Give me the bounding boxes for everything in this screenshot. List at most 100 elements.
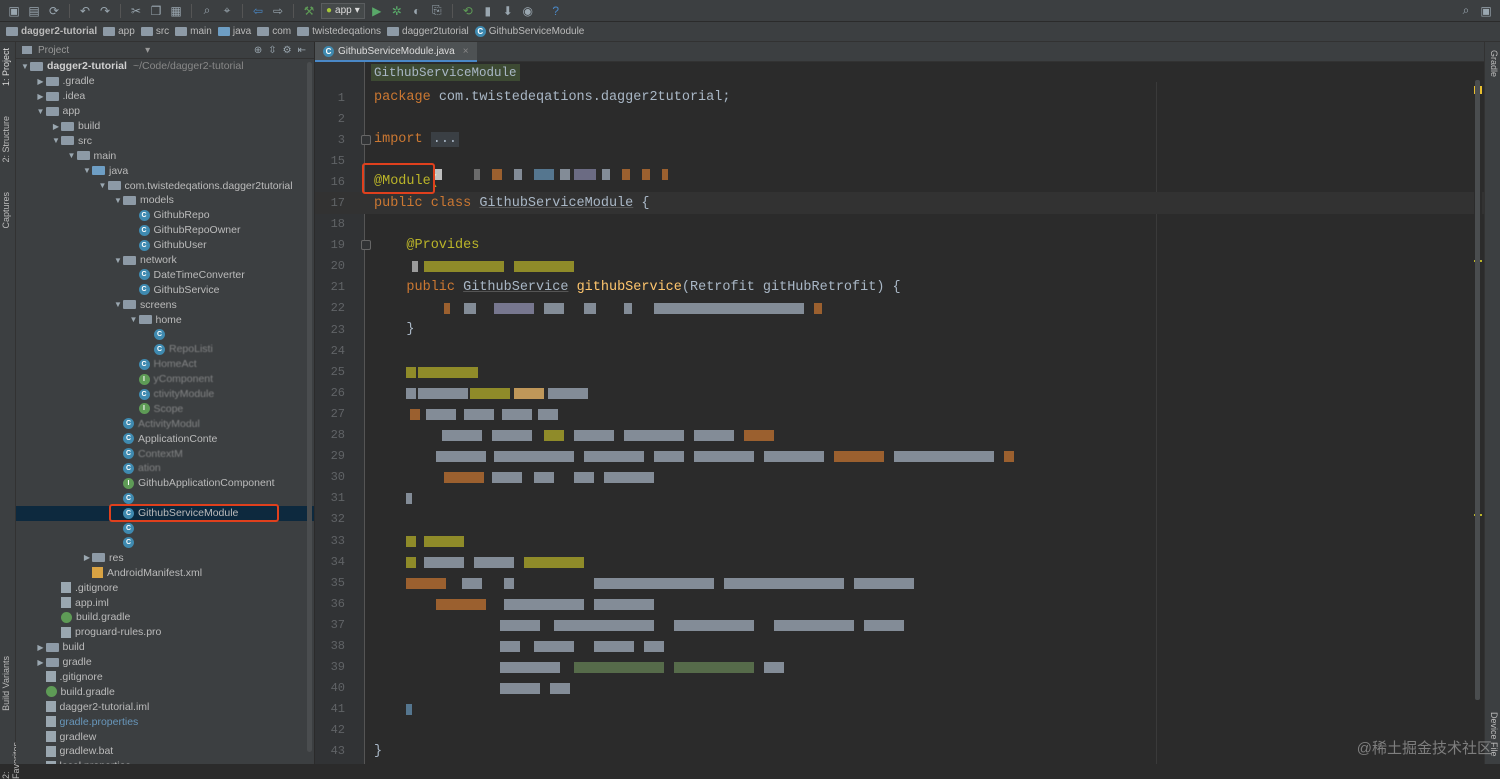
save-icon[interactable]: ▤ (26, 3, 42, 19)
tree-node[interactable]: ▼ screens (16, 297, 314, 312)
tree-node[interactable]: gradlew (16, 729, 314, 744)
find-icon[interactable]: ⌕ (199, 3, 215, 19)
tree-node[interactable]: C DateTimeConverter (16, 267, 314, 282)
code-line[interactable]: 34 (315, 551, 1484, 572)
tree-node[interactable]: gradle.properties (16, 714, 314, 729)
tree-node[interactable]: C (16, 491, 314, 506)
tree-node[interactable]: ▼ main (16, 148, 314, 163)
cut-icon[interactable]: ✂ (128, 3, 144, 19)
tree-node[interactable]: ▼ app (16, 104, 314, 119)
tree-node[interactable]: ▼ models (16, 193, 314, 208)
tab-githubservicemodule-java[interactable]: C GithubServiceModule.java × (315, 42, 477, 62)
tree-node[interactable]: local.properties (16, 759, 314, 764)
close-icon[interactable]: × (463, 46, 469, 57)
tree-node[interactable]: build.gradle (16, 684, 314, 699)
expanded-arrow-icon[interactable]: ▼ (82, 166, 92, 175)
tree-node[interactable]: ▶ gradle (16, 655, 314, 670)
code-line[interactable]: 29 (315, 446, 1484, 467)
code-line[interactable]: 18 (315, 214, 1484, 235)
crumb-project[interactable]: dagger2-tutorial (6, 26, 97, 37)
tree-node[interactable]: C RepoListi (16, 342, 314, 357)
code-line[interactable]: 31 (315, 488, 1484, 509)
tree-node[interactable]: .gitignore (16, 670, 314, 685)
tab-project[interactable]: 1: Project (1, 48, 11, 86)
tree-node[interactable]: IyComponent (16, 372, 314, 387)
code-line[interactable]: 40 (315, 678, 1484, 699)
tree-node[interactable]: ▶ build (16, 119, 314, 134)
avd-manager-icon[interactable]: ▮ (480, 3, 496, 19)
collapse-all-icon[interactable]: ⇳ (268, 45, 276, 56)
open-icon[interactable]: ▣ (6, 3, 22, 19)
code-line[interactable]: 32 (315, 509, 1484, 530)
tree-node[interactable]: gradlew.bat (16, 744, 314, 759)
collapsed-arrow-icon[interactable]: ▶ (82, 553, 92, 562)
code-line[interactable]: 27 (315, 403, 1484, 424)
paste-icon[interactable]: ▦ (168, 3, 184, 19)
tree-node[interactable]: C GithubUser (16, 238, 314, 253)
tab-build-variants[interactable]: Build Variants (1, 656, 11, 711)
code-line[interactable]: 42 (315, 720, 1484, 741)
attach-icon[interactable]: ⎘ (429, 3, 445, 19)
expanded-arrow-icon[interactable]: ▼ (113, 256, 123, 265)
code-line[interactable]: 20 (315, 256, 1484, 277)
run-icon[interactable]: ▶ (369, 3, 385, 19)
fold-icon[interactable] (361, 134, 371, 145)
tree-node[interactable]: ▼ home (16, 312, 314, 327)
sync-icon[interactable]: ⟳ (46, 3, 62, 19)
replace-icon[interactable]: ⌖ (219, 3, 235, 19)
build-icon[interactable]: ⚒ (301, 3, 317, 19)
tree-node[interactable]: C ApplicationConte (16, 431, 314, 446)
tree-node[interactable]: ▼ java (16, 163, 314, 178)
code-line[interactable]: 41 (315, 699, 1484, 720)
expanded-arrow-icon[interactable]: ▼ (67, 151, 77, 160)
code-line[interactable]: 2 (315, 108, 1484, 129)
chevron-down-icon[interactable]: ▾ (145, 45, 150, 56)
code-line[interactable]: 23 } (315, 319, 1484, 340)
fold-icon[interactable] (361, 240, 371, 251)
expanded-arrow-icon[interactable]: ▼ (36, 107, 46, 116)
collapsed-arrow-icon[interactable]: ▶ (36, 77, 46, 86)
code-line[interactable]: 25 (315, 361, 1484, 382)
code-line[interactable]: 28 (315, 425, 1484, 446)
tree-node[interactable]: ▶ .idea (16, 89, 314, 104)
tree-node[interactable]: dagger2-tutorial.iml (16, 699, 314, 714)
collapsed-arrow-icon[interactable]: ▶ (36, 643, 46, 652)
code-line[interactable]: 1 package com.twistedeqations.dagger2tuto… (315, 87, 1484, 108)
tree-node[interactable]: C (16, 521, 314, 536)
tree-node[interactable]: ▶ build (16, 640, 314, 655)
code-line[interactable]: 22 (315, 298, 1484, 319)
tree-node[interactable]: C GithubRepoOwner (16, 223, 314, 238)
code-line[interactable]: 21 public GithubService githubService(Re… (315, 277, 1484, 298)
tree-node[interactable]: I GithubApplicationComponent (16, 476, 314, 491)
code-line[interactable]: 24 (315, 340, 1484, 361)
crumb-app[interactable]: app (103, 26, 135, 37)
tree-node[interactable]: C GithubServiceModule (16, 505, 314, 521)
code-line[interactable]: 43} (315, 741, 1484, 762)
code-line[interactable]: 15 (315, 150, 1484, 171)
crumb-dagger2tutorial[interactable]: dagger2tutorial (387, 26, 469, 37)
expanded-arrow-icon[interactable]: ▼ (129, 315, 139, 324)
code-line[interactable]: 39 (315, 657, 1484, 678)
gear-icon[interactable]: ⚙ (283, 45, 292, 56)
tree-node[interactable]: ▼ network (16, 253, 314, 268)
tree-node[interactable]: I Scope (16, 401, 314, 416)
crumb-src[interactable]: src (140, 26, 169, 37)
project-view-select[interactable]: Project (38, 45, 69, 56)
collapsed-arrow-icon[interactable]: ▶ (51, 122, 61, 131)
run-configuration-select[interactable]: ● app ▾ (321, 2, 365, 19)
tab-gradle[interactable]: Gradle (1489, 50, 1499, 77)
expanded-arrow-icon[interactable]: ▼ (113, 300, 123, 309)
tree-node[interactable]: AndroidManifest.xml (16, 565, 314, 580)
undo-icon[interactable]: ↶ (77, 3, 93, 19)
profile-icon[interactable]: ◐ (409, 3, 425, 19)
tab-structure[interactable]: 2: Structure (1, 116, 11, 163)
debug-icon[interactable]: ✲ (389, 3, 405, 19)
tab-captures[interactable]: Captures (1, 192, 11, 229)
tree-node[interactable]: .gitignore (16, 580, 314, 595)
expanded-arrow-icon[interactable]: ▼ (113, 196, 123, 205)
back-icon[interactable]: ⇦ (250, 3, 266, 19)
expanded-arrow-icon[interactable]: ▼ (20, 62, 30, 71)
tree-node[interactable]: Cation (16, 461, 314, 476)
code-line[interactable]: 3 import ... (315, 129, 1484, 150)
tree-node[interactable]: ▼ com.twistedeqations.dagger2tutorial (16, 178, 314, 193)
